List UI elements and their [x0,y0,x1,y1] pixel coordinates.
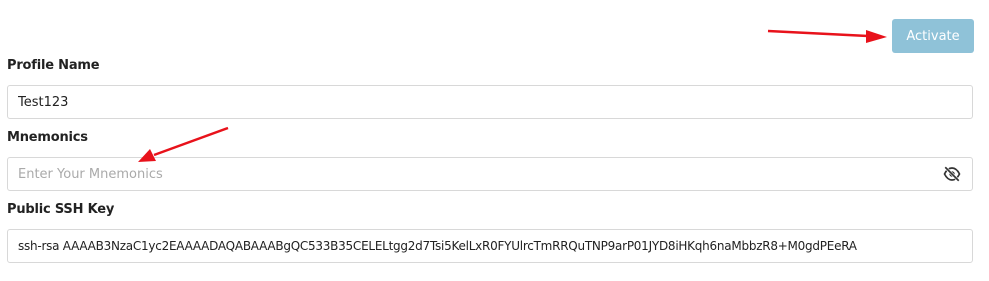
profile-name-field [7,85,973,119]
eye-slash-icon[interactable] [943,166,961,182]
mnemonics-field [7,157,973,191]
ssh-key-label: Public SSH Key [7,202,115,217]
mnemonics-input[interactable] [8,158,972,190]
profile-name-label: Profile Name [7,58,100,73]
activate-button[interactable]: Activate [892,19,974,53]
mnemonics-label: Mnemonics [7,130,88,145]
ssh-key-value: ssh-rsa AAAAB3NzaC1yc2EAAAADAQABAAABgQC5… [18,239,857,253]
ssh-key-field[interactable]: ssh-rsa AAAAB3NzaC1yc2EAAAADAQABAAABgQC5… [7,229,973,263]
activate-annotation-arrow [767,29,887,43]
profile-form-page: Activate Profile Name Mnemonics Public S… [0,0,989,281]
profile-name-input[interactable] [8,86,972,118]
